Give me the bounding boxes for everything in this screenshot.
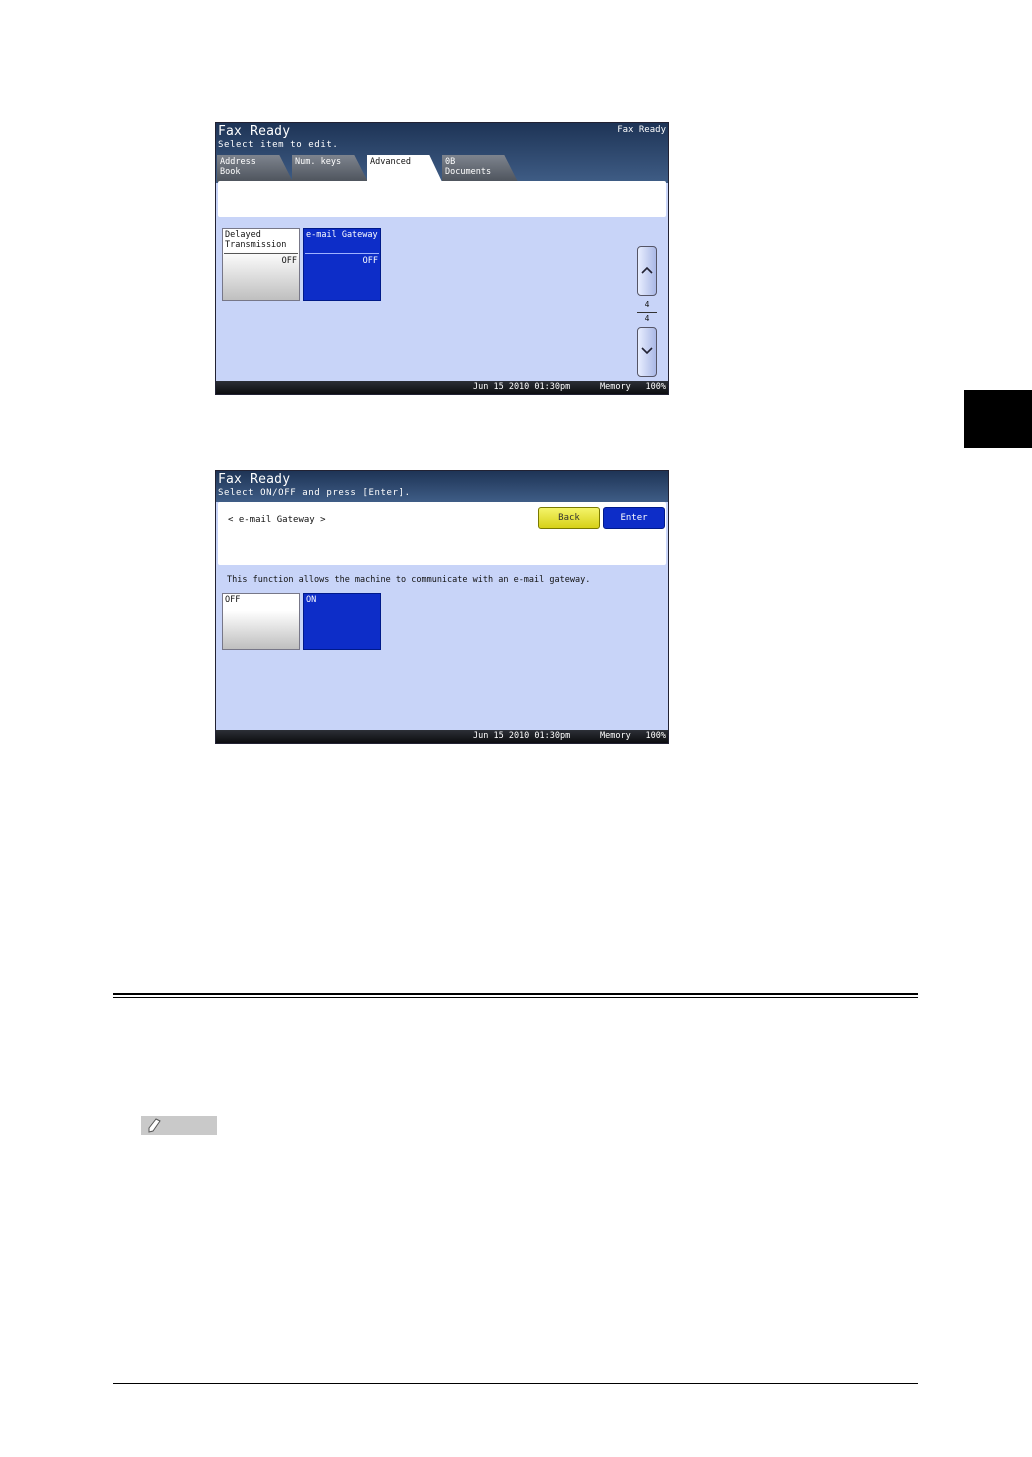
tile-value: OFF bbox=[362, 256, 378, 266]
divider bbox=[637, 312, 657, 313]
status-message: Fax Ready bbox=[617, 125, 666, 135]
info-bar: < e-mail Gateway > Back Enter bbox=[218, 502, 666, 565]
on-option-button[interactable]: ON bbox=[303, 593, 381, 650]
tab-label: Documents bbox=[445, 167, 492, 177]
scroll-down-button[interactable] bbox=[637, 327, 657, 377]
chevron-down-icon bbox=[641, 347, 653, 355]
option-label: ON bbox=[306, 595, 317, 605]
memory-label: Memory bbox=[600, 731, 631, 741]
tab-label: Address bbox=[220, 157, 256, 167]
screen-header: Fax Ready Select ON/OFF and press [Enter… bbox=[216, 471, 668, 502]
footer-rule bbox=[113, 1383, 918, 1384]
enter-button[interactable]: Enter bbox=[603, 507, 665, 529]
divider bbox=[224, 253, 298, 254]
screen-subtitle: Select ON/OFF and press [Enter]. bbox=[218, 488, 411, 498]
off-option-button[interactable]: OFF bbox=[222, 593, 300, 650]
email-gateway-button[interactable]: e-mail Gateway OFF bbox=[303, 228, 381, 301]
status-bar: Jun 15 2010 01:30pm Memory 100% bbox=[216, 730, 668, 743]
setting-name: < e-mail Gateway > bbox=[228, 515, 326, 525]
tab-label: Advanced bbox=[370, 157, 411, 167]
note-badge bbox=[141, 1116, 217, 1135]
scroll-up-button[interactable] bbox=[637, 246, 657, 296]
email-gateway-screen: Fax Ready Select ON/OFF and press [Enter… bbox=[215, 470, 669, 744]
settings-screen: Fax Ready Select item to edit. Fax Ready… bbox=[215, 122, 669, 395]
screen-title: Fax Ready bbox=[218, 124, 291, 139]
section-rule bbox=[113, 993, 918, 995]
pencil-note-icon bbox=[148, 1118, 161, 1133]
chevron-up-icon bbox=[641, 266, 653, 274]
page-current: 4 bbox=[644, 300, 650, 309]
memory-percent: 100% bbox=[645, 731, 666, 741]
function-description: This function allows the machine to comm… bbox=[227, 575, 591, 585]
tile-label: Transmission bbox=[225, 240, 287, 250]
datetime: Jun 15 2010 01:30pm bbox=[473, 382, 571, 392]
tab-label: Num. keys bbox=[295, 157, 342, 167]
memory-label: Memory bbox=[600, 382, 631, 392]
tab-label: Book bbox=[220, 167, 241, 177]
divider bbox=[305, 253, 379, 254]
chapter-tab bbox=[964, 390, 1032, 448]
tab-label: 0B bbox=[445, 157, 456, 167]
back-button[interactable]: Back bbox=[538, 507, 600, 529]
section-rule-thin bbox=[113, 997, 918, 998]
option-label: OFF bbox=[225, 595, 241, 605]
page-total: 4 bbox=[644, 314, 650, 323]
info-bar bbox=[218, 181, 666, 217]
screen-title: Fax Ready bbox=[218, 472, 291, 487]
status-bar: Jun 15 2010 01:30pm Memory 100% bbox=[216, 381, 668, 394]
tile-label: e-mail Gateway bbox=[306, 230, 378, 240]
datetime: Jun 15 2010 01:30pm bbox=[473, 731, 571, 741]
tile-label: Delayed bbox=[225, 230, 261, 240]
tile-value: OFF bbox=[281, 256, 297, 266]
memory-percent: 100% bbox=[645, 382, 666, 392]
delayed-transmission-button[interactable]: Delayed Transmission OFF bbox=[222, 228, 300, 301]
screen-subtitle: Select item to edit. bbox=[218, 140, 339, 150]
